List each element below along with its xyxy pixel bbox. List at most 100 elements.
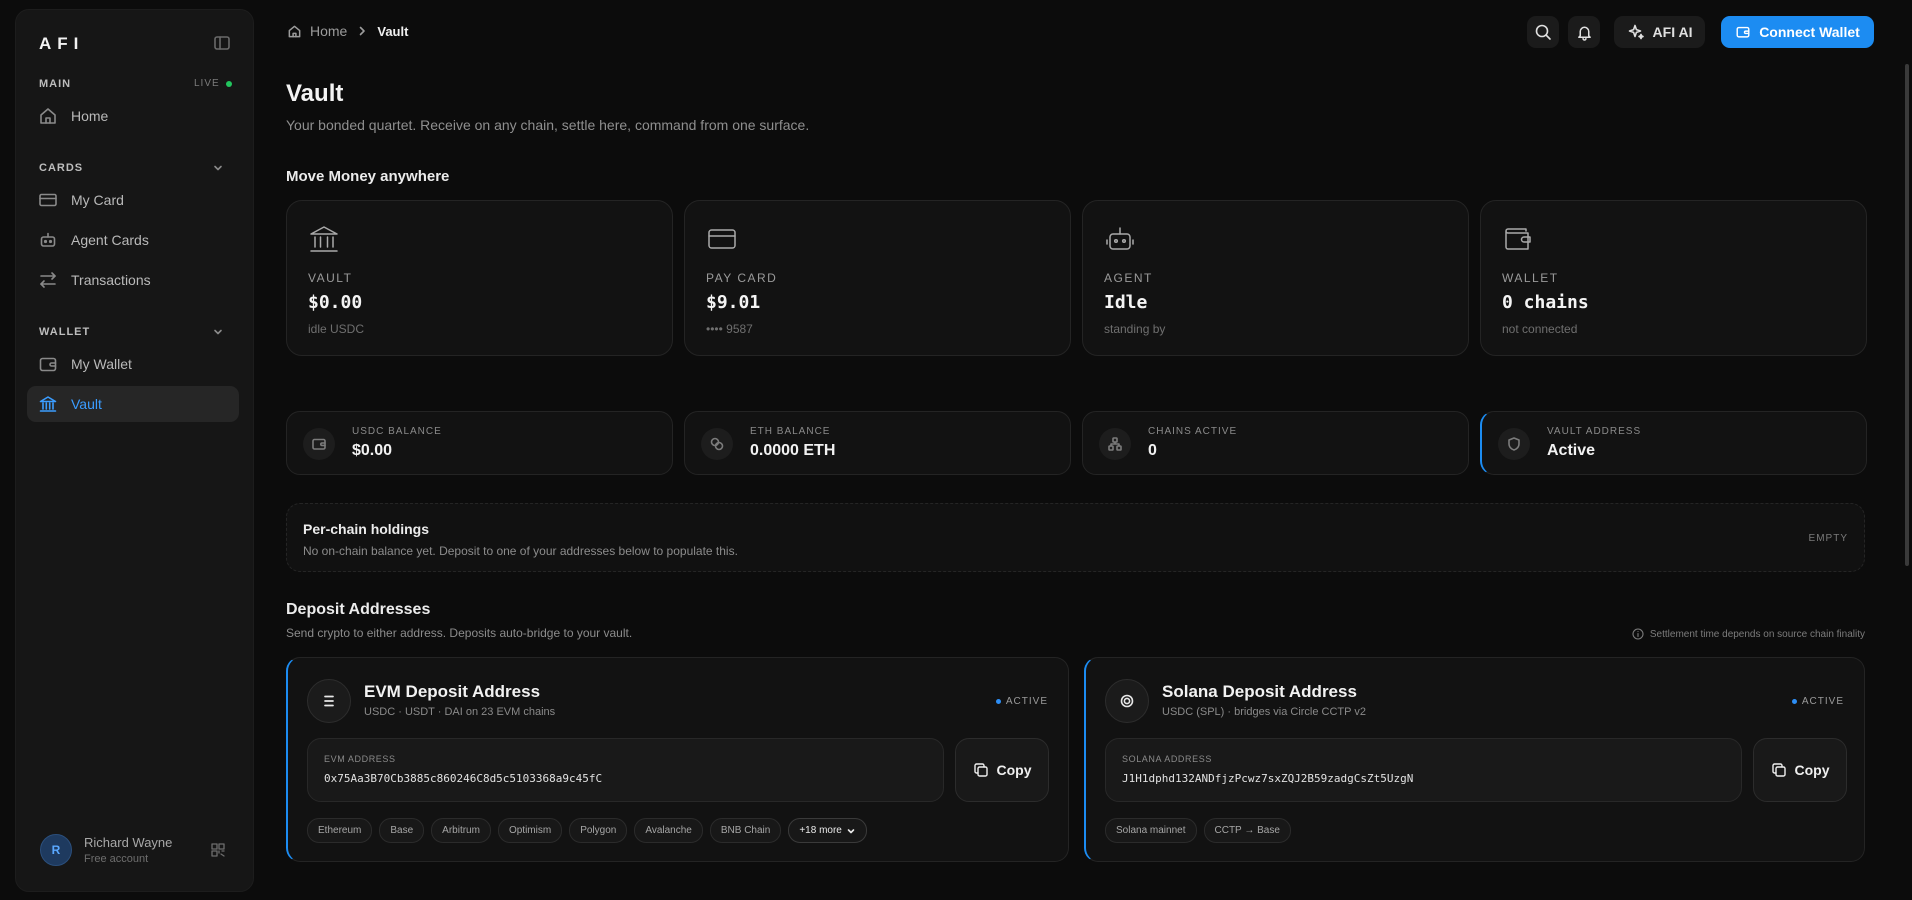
evm-address-value[interactable]: 0x75Aa3B70Cb3885c860246C8d5c5103368a9c45… (324, 772, 602, 785)
copy-icon (973, 762, 989, 778)
deposit-subtitle: Send crypto to either address. Deposits … (286, 626, 633, 640)
bank-icon (308, 223, 340, 255)
vault-card-sub: idle USDC (308, 322, 365, 336)
stat-label: CHAINS ACTIVE (1148, 426, 1238, 437)
evm-address-label: EVM ADDRESS (324, 754, 396, 764)
sidebar-item-vault[interactable]: Vault (27, 386, 239, 422)
sidebar-item-my-card[interactable]: My Card (27, 182, 239, 218)
wallet-card-label: WALLET (1502, 271, 1559, 285)
solana-deposit-card: Solana Deposit Address USDC (SPL) · brid… (1084, 657, 1865, 862)
chain-chip: Ethereum (307, 818, 373, 843)
home-icon (38, 106, 58, 126)
sidebar-item-agent-cards[interactable]: Agent Cards (27, 222, 239, 258)
agent-card-label: AGENT (1104, 271, 1153, 285)
qr-code-icon[interactable] (210, 842, 226, 858)
evm-deposit-sub: USDC · USDT · DAI on 23 EVM chains (364, 706, 556, 718)
chevron-down-icon (846, 826, 856, 836)
usdc-balance-stat: USDC BALANCE $0.00 (286, 411, 673, 475)
settlement-note: Settlement time depends on source chain … (1632, 628, 1865, 640)
stat-value: 0.0000 ETH (750, 442, 836, 459)
evm-deposit-title: EVM Deposit Address (364, 682, 541, 701)
section-label-wallet: WALLET (39, 326, 91, 338)
vault-card-value: $0.00 (308, 292, 363, 313)
solana-deposit-title: Solana Deposit Address (1162, 682, 1357, 701)
credit-card-icon (706, 223, 738, 255)
user-name: Richard Wayne (84, 835, 173, 850)
credit-card-icon (38, 190, 58, 210)
notifications-button[interactable] (1568, 16, 1600, 48)
sidebar-item-label: My Wallet (71, 356, 132, 372)
solana-address-value[interactable]: J1H1dphd132ANDfjzPcwz7sxZQJ2B59zadgCsZt5… (1122, 772, 1413, 785)
agent-card-sub: standing by (1104, 322, 1166, 336)
status-dot (995, 699, 1001, 704)
transfer-arrows-icon (38, 270, 58, 290)
app-logo[interactable]: AFI (39, 34, 84, 54)
ethereum-icon (307, 679, 351, 723)
network-icon (1099, 428, 1131, 460)
avatar: R (40, 834, 72, 866)
chain-chip: BNB Chain (709, 818, 782, 843)
pay-card-label: PAY CARD (706, 271, 778, 285)
page-scrollbar[interactable] (1905, 64, 1909, 566)
connect-wallet-button[interactable]: Connect Wallet (1721, 16, 1874, 48)
pay-card-card[interactable]: PAY CARD $9.01 •••• 9587 (684, 200, 1071, 356)
copy-label: Copy (1794, 762, 1830, 778)
chain-chip: Polygon (569, 818, 628, 843)
more-chains-button[interactable]: +18 more (788, 818, 867, 843)
chain-chip: Avalanche (634, 818, 703, 843)
robot-icon (38, 230, 58, 250)
agent-card-value: Idle (1104, 292, 1148, 313)
sidebar: AFI MAIN LIVE Home CARDS My Card Agent C… (15, 9, 254, 892)
sidebar-item-transactions[interactable]: Transactions (27, 262, 239, 298)
breadcrumb-current: Vault (377, 23, 409, 39)
solana-icon (1105, 679, 1149, 723)
sidebar-item-label: Transactions (71, 272, 151, 288)
solana-address-field[interactable]: SOLANA ADDRESS J1H1dphd132ANDfjzPcwz7sxZ… (1105, 738, 1742, 802)
chain-chip: CCTP → Base (1203, 818, 1291, 843)
chevron-down-icon[interactable] (211, 325, 225, 339)
eth-balance-stat: ETH BALANCE 0.0000 ETH (684, 411, 1071, 475)
sidebar-toggle-icon[interactable] (213, 34, 231, 52)
vault-card-label: VAULT (308, 271, 353, 285)
stat-value: $0.00 (352, 442, 393, 459)
per-chain-holdings: Per-chain holdings No on-chain balance y… (286, 503, 1865, 572)
sidebar-item-label: Home (71, 108, 109, 124)
wallet-card-value: 0 chains (1502, 292, 1589, 313)
robot-icon (1104, 223, 1136, 255)
sidebar-item-home[interactable]: Home (27, 98, 239, 134)
home-icon[interactable] (287, 24, 302, 39)
search-button[interactable] (1527, 16, 1559, 48)
chevron-right-icon (355, 24, 369, 38)
chain-chip: Optimism (497, 818, 563, 843)
evm-address-field[interactable]: EVM ADDRESS 0x75Aa3B70Cb3885c860246C8d5c… (307, 738, 944, 802)
pay-card-sub: •••• 9587 (706, 322, 753, 336)
solana-chain-chips: Solana mainnet CCTP → Base (1105, 818, 1291, 843)
shield-icon (1498, 428, 1530, 460)
solana-deposit-sub: USDC (SPL) · bridges via Circle CCTP v2 (1162, 706, 1366, 718)
chevron-down-icon[interactable] (211, 161, 225, 175)
sidebar-item-label: My Card (71, 192, 124, 208)
status-badge: ACTIVE (1791, 696, 1844, 707)
wallet-card[interactable]: WALLET 0 chains not connected (1480, 200, 1867, 356)
copy-evm-address-button[interactable]: Copy (955, 738, 1049, 802)
sidebar-item-my-wallet[interactable]: My Wallet (27, 346, 239, 382)
breadcrumb: Home Vault (287, 23, 408, 39)
vault-card[interactable]: VAULT $0.00 idle USDC (286, 200, 673, 356)
copy-label: Copy (996, 762, 1032, 778)
user-profile[interactable]: R Richard Wayne Free account (40, 834, 172, 866)
holdings-description: No on-chain balance yet. Deposit to one … (303, 544, 738, 558)
search-icon (1534, 23, 1552, 41)
stat-label: ETH BALANCE (750, 426, 831, 437)
coins-icon (701, 428, 733, 460)
chain-chip: Base (379, 818, 425, 843)
evm-deposit-card: EVM Deposit Address USDC · USDT · DAI on… (286, 657, 1069, 862)
agent-card[interactable]: AGENT Idle standing by (1082, 200, 1469, 356)
live-dot (225, 80, 232, 87)
chain-chip: Arbitrum (431, 818, 491, 843)
afi-ai-button[interactable]: AFI AI (1614, 16, 1705, 48)
copy-solana-address-button[interactable]: Copy (1753, 738, 1847, 802)
page-title: Vault (286, 80, 344, 107)
breadcrumb-home[interactable]: Home (310, 23, 347, 39)
section-label-main: MAIN (39, 78, 72, 90)
status-label: ACTIVE (1801, 696, 1844, 707)
